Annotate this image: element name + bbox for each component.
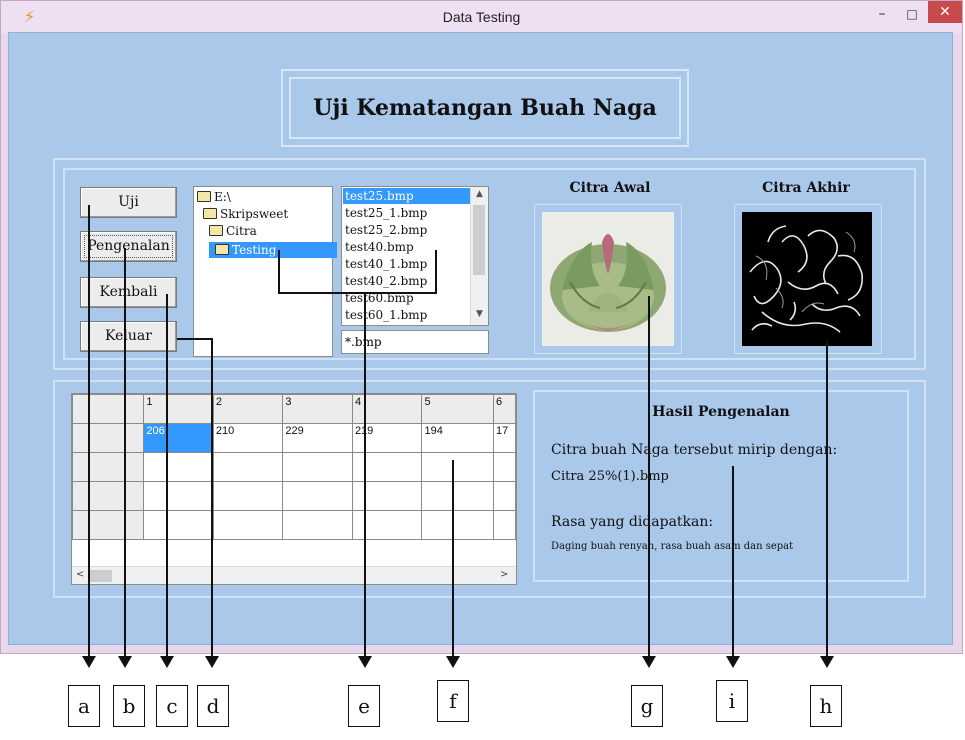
annotation-label-e: e bbox=[348, 685, 380, 727]
annotation-label-g: g bbox=[631, 685, 663, 727]
arrowhead-f bbox=[446, 656, 460, 668]
annotation-label-h: h bbox=[810, 685, 842, 727]
arrowhead-b bbox=[118, 656, 132, 668]
arrowhead-d bbox=[205, 656, 219, 668]
annotation-label-d: d bbox=[197, 685, 229, 727]
annotation-arrowheads bbox=[82, 656, 834, 668]
annotation-label-b: b bbox=[113, 685, 145, 727]
arrowhead-h bbox=[820, 656, 834, 668]
arrowhead-a bbox=[82, 656, 96, 668]
annotation-label-i: i bbox=[716, 680, 748, 722]
arrowhead-c bbox=[160, 656, 174, 668]
annotation-label-a: a bbox=[68, 685, 100, 727]
annotation-label-c: c bbox=[156, 685, 188, 727]
arrowhead-i bbox=[726, 656, 740, 668]
annotation-label-f: f bbox=[437, 680, 469, 722]
arrowhead-e bbox=[358, 656, 372, 668]
arrowhead-g bbox=[642, 656, 656, 668]
